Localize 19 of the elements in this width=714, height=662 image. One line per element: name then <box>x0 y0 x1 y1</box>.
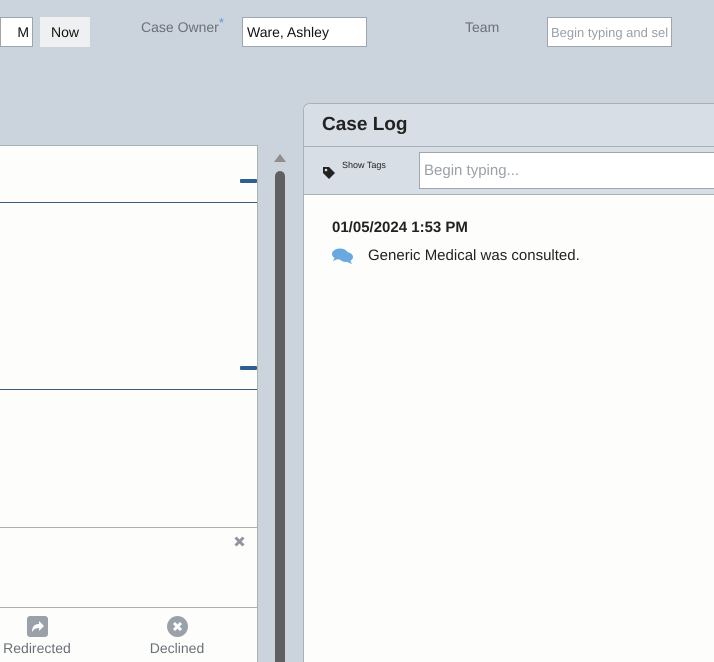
cancel-icon <box>166 616 188 637</box>
entry-text: Generic Medical was consulted. <box>368 247 580 264</box>
tag-icon <box>322 166 336 180</box>
entry-timestamp: 01/05/2024 1:53 PM <box>332 219 469 236</box>
field-label: Case Owner <box>141 19 219 35</box>
case-owner-field[interactable]: Ware, Ashley <box>242 17 367 47</box>
action-button[interactable]: Declined <box>105 608 249 656</box>
show-tags-button[interactable]: Show Tags <box>322 160 419 182</box>
close-icon[interactable] <box>234 536 245 547</box>
required-mark: * <box>218 15 224 32</box>
chat-icon <box>332 248 353 264</box>
search-field[interactable]: Begin typing... <box>419 152 714 189</box>
field-label: Team <box>465 19 500 35</box>
scrollbar[interactable] <box>274 154 286 662</box>
team-field[interactable]: Begin typing and sel <box>547 17 672 47</box>
now-button[interactable]: Now <box>40 17 90 47</box>
time-field[interactable]: M <box>0 17 33 47</box>
panel-title: Case Log <box>322 114 408 136</box>
action-button[interactable]: Redirected <box>0 608 74 656</box>
